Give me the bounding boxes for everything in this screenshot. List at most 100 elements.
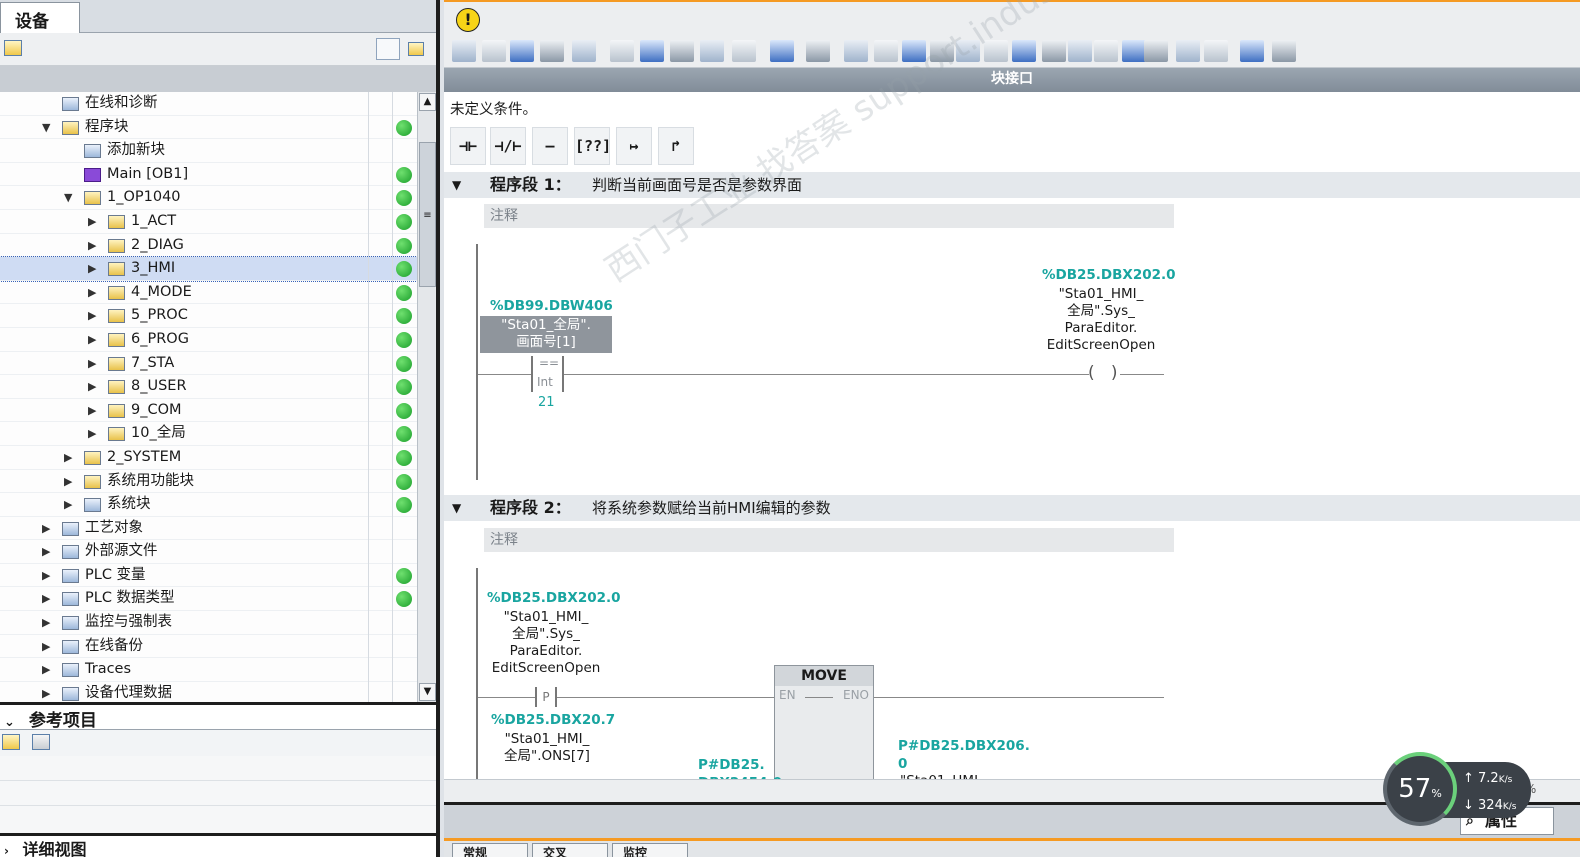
collapse-icon[interactable]: ▼ bbox=[452, 495, 461, 521]
toolbar-icon[interactable] bbox=[1122, 40, 1146, 62]
close-branch-button[interactable]: ↱ bbox=[658, 127, 694, 165]
collapsed-toggle-icon[interactable]: ▶ bbox=[88, 352, 100, 376]
compare-operand-address[interactable]: %DB99.DBW406 bbox=[490, 298, 613, 314]
tree-item[interactable]: ▶ 在线备份 bbox=[0, 635, 417, 659]
tree-item[interactable]: ▶ Traces bbox=[0, 658, 417, 682]
tab-cross-reference[interactable]: 交叉 bbox=[532, 843, 608, 857]
network-speed-widget[interactable]: ↑ 7.2K/s ↓ 324K/s 57% bbox=[1383, 752, 1533, 826]
toolbar-icon[interactable] bbox=[806, 40, 830, 62]
move-out-address[interactable]: P#DB25.DBX206. 0 bbox=[898, 737, 1030, 773]
compare-operand-symbol[interactable]: "Sta01_全局". 画面号[1] bbox=[480, 316, 612, 353]
tree-item[interactable]: ▶ PLC 变量 bbox=[0, 564, 417, 588]
reference-projects-header[interactable]: ⌄ 参考项目 bbox=[0, 702, 436, 731]
collapsed-toggle-icon[interactable]: ▶ bbox=[88, 281, 100, 305]
network-1-header[interactable]: ▼ 程序段 1： 判断当前画面号是否是参数界面 bbox=[444, 172, 1580, 198]
tree-scrollbar[interactable]: ▲ ≡ ▼ bbox=[417, 92, 436, 702]
toolbar-icon[interactable] bbox=[610, 40, 634, 62]
tree-item[interactable]: ▶ 6_PROG bbox=[0, 328, 417, 352]
tree-item[interactable]: ▶ 7_STA bbox=[0, 352, 417, 376]
new-item-icon[interactable] bbox=[4, 40, 22, 56]
open-branch-button[interactable]: ↦ bbox=[616, 127, 652, 165]
tab-monitoring[interactable]: 监控 bbox=[612, 843, 688, 857]
compare-contact[interactable]: == Int bbox=[531, 356, 564, 392]
collapsed-toggle-icon[interactable]: ▶ bbox=[42, 517, 54, 541]
close-reference-icon[interactable] bbox=[32, 734, 50, 750]
toolbar-icon[interactable] bbox=[452, 40, 476, 62]
network-1-comment[interactable]: 注释 bbox=[484, 204, 1174, 228]
scroll-thumb[interactable]: ≡ bbox=[419, 142, 436, 287]
tree-item[interactable]: ▼ 1_OP1040 bbox=[0, 186, 417, 210]
toolbar-icon[interactable] bbox=[874, 40, 898, 62]
collapsed-toggle-icon[interactable]: ▶ bbox=[42, 540, 54, 564]
tree-item[interactable]: ▶ 4_MODE bbox=[0, 281, 417, 305]
tree-item[interactable]: ▶ 设备代理数据 bbox=[0, 682, 417, 702]
coil-address[interactable]: %DB25.DBX202.0 bbox=[1042, 267, 1176, 283]
tree-item[interactable]: ▶ 1_ACT bbox=[0, 210, 417, 234]
collapsed-toggle-icon[interactable]: ▶ bbox=[42, 587, 54, 611]
toolbar-icon[interactable] bbox=[572, 40, 596, 62]
tree-item[interactable]: ▶ 2_SYSTEM bbox=[0, 446, 417, 470]
coil-button[interactable]: –()– bbox=[532, 127, 568, 191]
edge-operand-symbol[interactable]: "Sta01_HMI_ 全局".Sys_ ParaEditor. EditScr… bbox=[486, 609, 606, 677]
toolbar-icon[interactable] bbox=[902, 40, 926, 62]
move-instruction[interactable]: MOVE EN ENO bbox=[774, 665, 874, 785]
block-interface-bar[interactable]: 块接口 bbox=[444, 68, 1580, 92]
edge-operand-address[interactable]: %DB25.DBX202.0 bbox=[487, 590, 621, 606]
toolbar-icon[interactable] bbox=[956, 40, 980, 62]
toolbar-icon[interactable] bbox=[482, 40, 506, 62]
collapsed-toggle-icon[interactable]: ▶ bbox=[42, 658, 54, 682]
collapsed-toggle-icon[interactable]: ▶ bbox=[88, 234, 100, 258]
collapsed-toggle-icon[interactable]: ▶ bbox=[42, 682, 54, 702]
toolbar-icon[interactable] bbox=[984, 40, 1008, 62]
tree-item[interactable]: ▶ 3_HMI bbox=[0, 256, 417, 282]
collapsed-toggle-icon[interactable]: ▶ bbox=[88, 210, 100, 234]
tree-item[interactable]: ▶ 5_PROC bbox=[0, 304, 417, 328]
toolbar-icon[interactable] bbox=[1272, 40, 1296, 62]
toolbar-icon[interactable] bbox=[1240, 40, 1264, 62]
toolbar-icon[interactable] bbox=[1204, 40, 1228, 62]
tree-item[interactable]: ▶ PLC 数据类型 bbox=[0, 587, 417, 612]
collapsed-toggle-icon[interactable]: ▶ bbox=[42, 564, 54, 588]
positive-edge-contact[interactable]: P bbox=[535, 687, 557, 707]
tree-item[interactable]: ▶ 10_全局 bbox=[0, 422, 417, 446]
collapsed-toggle-icon[interactable]: ▶ bbox=[88, 304, 100, 328]
collapsed-toggle-icon[interactable]: ▶ bbox=[88, 257, 100, 281]
toolbar-icon[interactable] bbox=[540, 40, 564, 62]
toolbar-icon[interactable] bbox=[1144, 40, 1168, 62]
output-coil[interactable]: ( ) bbox=[1088, 364, 1120, 384]
toolbar-icon[interactable] bbox=[1068, 40, 1092, 62]
expanded-toggle-icon[interactable]: ▼ bbox=[42, 116, 54, 140]
tree-item[interactable]: ▶ 9_COM bbox=[0, 399, 417, 423]
scroll-up-button[interactable]: ▲ bbox=[419, 93, 436, 111]
collapsed-toggle-icon[interactable]: ▶ bbox=[88, 375, 100, 399]
scroll-down-button[interactable]: ▼ bbox=[419, 683, 436, 701]
sync-button[interactable] bbox=[404, 38, 428, 60]
toolbar-icon[interactable] bbox=[732, 40, 756, 62]
toolbar-icon[interactable] bbox=[844, 40, 868, 62]
collapsed-toggle-icon[interactable]: ▶ bbox=[64, 493, 76, 517]
collapsed-toggle-icon[interactable]: ▶ bbox=[42, 611, 54, 635]
tab-general[interactable]: 常规 bbox=[452, 843, 528, 857]
collapsed-toggle-icon[interactable]: ▶ bbox=[64, 470, 76, 494]
detail-view-header[interactable]: › 详细视图 bbox=[0, 833, 436, 857]
collapsed-toggle-icon[interactable]: ▶ bbox=[64, 446, 76, 470]
open-reference-icon[interactable] bbox=[2, 734, 20, 750]
toolbar-icon[interactable] bbox=[1094, 40, 1118, 62]
no-contact-button[interactable]: ⊣⊢ bbox=[450, 127, 486, 165]
toolbar-icon[interactable] bbox=[1042, 40, 1066, 62]
tree-item[interactable]: ▶ 外部源文件 bbox=[0, 540, 417, 564]
nc-contact-button[interactable]: ⊣/⊢ bbox=[490, 127, 526, 165]
toolbar-icon[interactable] bbox=[1012, 40, 1036, 62]
tree-item[interactable]: Main [OB1] bbox=[0, 163, 417, 187]
toolbar-icon[interactable] bbox=[640, 40, 664, 62]
tree-item[interactable]: 在线和诊断 bbox=[0, 92, 417, 116]
ons-operand-symbol[interactable]: "Sta01_HMI_ 全局".ONS[7] bbox=[492, 731, 602, 765]
collapsed-toggle-icon[interactable]: ▶ bbox=[88, 328, 100, 352]
network-2-title[interactable]: 将系统参数赋给当前HMI编辑的参数 bbox=[592, 495, 831, 521]
expanded-toggle-icon[interactable]: ▼ bbox=[64, 186, 76, 210]
collapse-icon[interactable]: ▼ bbox=[452, 172, 461, 198]
tree-item[interactable]: ▶ 工艺对象 bbox=[0, 517, 417, 541]
toolbar-icon[interactable] bbox=[510, 40, 534, 62]
detail-view-button[interactable] bbox=[376, 38, 400, 60]
toolbar-icon[interactable] bbox=[700, 40, 724, 62]
